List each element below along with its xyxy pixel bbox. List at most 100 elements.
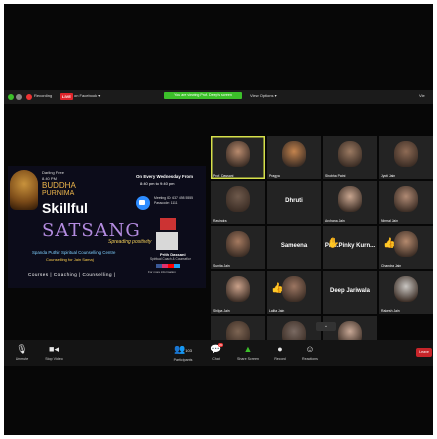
participant-video xyxy=(226,141,250,167)
participant-tile[interactable]: Shobha Patni xyxy=(323,136,377,179)
recording-label[interactable]: Recording xyxy=(34,93,52,98)
view-button[interactable]: Vie xyxy=(419,93,425,98)
participant-display-name: Sameena xyxy=(280,243,308,249)
share-org: Spanda Puthir Spiritual Counselling Cent… xyxy=(32,250,116,255)
participant-tile[interactable]: Archana Jain xyxy=(323,181,377,224)
live-destination[interactable]: on Facebook ▾ xyxy=(74,93,100,98)
record-icon: ● xyxy=(277,344,283,354)
participant-video xyxy=(394,276,418,302)
share-schedule-time: 8:40 pm to 9:40 pm xyxy=(140,181,175,186)
share-meeting-id: Meeting ID: 637 498 5555 xyxy=(154,196,194,200)
participant-video xyxy=(394,186,418,212)
participant-tile[interactable]: Rakesh Jain xyxy=(379,271,433,314)
participants-label: Participants xyxy=(173,358,193,362)
record-label: Record xyxy=(274,357,286,361)
meeting-top-bar: Recording LIVE on Facebook ▾ You are vie… xyxy=(4,90,433,104)
record-button[interactable]: ● Record xyxy=(264,344,296,361)
participant-tile[interactable]: 👍 Lalita Jain xyxy=(267,271,321,314)
info-icon[interactable] xyxy=(16,94,22,100)
participant-tile[interactable]: Nirmal Jain xyxy=(379,181,433,224)
participant-video xyxy=(394,141,418,167)
share-screen-button[interactable]: ▲ Share Screen xyxy=(232,344,264,361)
participant-tile[interactable]: Pragya xyxy=(267,136,321,179)
participant-tile[interactable]: Shilpa Jain xyxy=(211,271,265,314)
zoom-logo-icon xyxy=(136,196,150,210)
reaction-icon: 👍 xyxy=(271,283,284,294)
participant-tile[interactable]: Deep Jariwala xyxy=(323,271,377,314)
video-camera-icon: ■◂ xyxy=(49,344,59,354)
share-counselling: Counselling for Jain Samaj xyxy=(46,257,94,262)
participant-name: Prof. Dassani xyxy=(213,174,234,178)
live-badge[interactable]: LIVE xyxy=(60,93,73,100)
participant-video xyxy=(394,231,418,257)
participant-name: Shilpa Jain xyxy=(213,309,230,313)
share-tagline: Courses | Coaching | Counselling | xyxy=(28,272,116,277)
chat-button[interactable]: 💬 20 Chat xyxy=(200,343,232,361)
share-passcode: Passcode: 1111 xyxy=(154,201,178,205)
meeting-controls-bar: 🎙 Unmute ■◂ Stop Video 👥103 Participants… xyxy=(4,340,433,366)
host-photo xyxy=(156,232,178,250)
participant-display-name: Dhruti xyxy=(285,198,303,204)
zoom-window: Recording LIVE on Facebook ▾ You are vie… xyxy=(4,4,433,435)
participant-tile[interactable]: Dhruti xyxy=(267,181,321,224)
participant-name: Pragya xyxy=(269,174,280,178)
share-title-purnima: PURNIMA xyxy=(42,190,75,197)
participant-name: Sunita Jain xyxy=(213,264,230,268)
participant-tile[interactable]: 👍 Chandra Jain xyxy=(379,226,433,269)
reactions-button[interactable]: ☺ Reactions xyxy=(294,344,326,361)
participant-tile[interactable]: Prof.Pinky Kurn... ✋ xyxy=(323,226,377,269)
participant-video xyxy=(338,186,362,212)
stop-video-label: Stop Video xyxy=(45,357,63,361)
viewing-screen-banner: You are viewing Prof. Deep's screen xyxy=(164,92,242,99)
buddha-image xyxy=(10,170,38,210)
participant-name: Lalita Jain xyxy=(269,309,285,313)
participant-tile[interactable]: Ravindra xyxy=(211,181,265,224)
chevron-down-icon[interactable]: ⌄ xyxy=(316,322,336,331)
participant-display-name: Deep Jariwala xyxy=(329,288,371,294)
participants-count: 103 xyxy=(185,348,192,353)
participant-name: Jyoti Jain xyxy=(381,174,396,178)
qr-code-image xyxy=(160,218,176,230)
share-more-info: For more information xyxy=(148,270,176,274)
participant-video xyxy=(226,186,250,212)
participant-video xyxy=(338,141,362,167)
shared-screen: Darling Free 8.40 PM BUDDHA PURNIMA Skil… xyxy=(8,166,206,288)
participant-video xyxy=(282,276,306,302)
leave-button[interactable]: Leave xyxy=(416,348,432,357)
share-schedule-day: On Every Wednesday From xyxy=(136,174,194,179)
participant-video xyxy=(282,141,306,167)
chat-icon: 💬 xyxy=(210,344,222,354)
participant-tile[interactable]: Sameena xyxy=(267,226,321,269)
share-title-skillful: Skillful xyxy=(42,200,88,216)
participant-name: Archana Jain xyxy=(325,219,345,223)
participant-name: Nirmal Jain xyxy=(381,219,398,223)
participant-tile[interactable]: Jyoti Jain xyxy=(379,136,433,179)
security-shield-icon[interactable] xyxy=(8,94,14,100)
reactions-label: Reactions xyxy=(302,357,318,361)
share-date-line: Darling Free xyxy=(42,170,65,175)
participant-name: Chandra Jain xyxy=(381,264,402,268)
reaction-icon: 👍 xyxy=(383,238,396,249)
participant-name: Ravindra xyxy=(213,219,227,223)
social-icons xyxy=(156,264,180,268)
unmute-label: Unmute xyxy=(15,357,29,361)
share-title-buddha: BUDDHA xyxy=(42,181,76,190)
stop-video-button[interactable]: ■◂ Stop Video xyxy=(38,344,70,361)
participant-tile[interactable]: Prof. Dassani xyxy=(211,136,265,179)
participant-name: Rakesh Jain xyxy=(381,309,400,313)
gallery-grid: Prof. Dassani Pragya Shobha Patni Jyoti Jai… xyxy=(211,136,433,359)
participants-button[interactable]: 👥103 Participants xyxy=(167,344,199,362)
unmute-button[interactable]: 🎙 Unmute xyxy=(6,344,38,361)
share-tagline-spreading: Spreading positivity xyxy=(108,239,152,245)
participant-video xyxy=(226,276,250,302)
chat-label: Chat xyxy=(212,357,220,361)
reactions-icon: ☺ xyxy=(305,344,315,354)
participant-name: Shobha Patni xyxy=(325,174,346,178)
recording-dot-icon xyxy=(26,94,32,100)
participant-tile[interactable]: Sunita Jain xyxy=(211,226,265,269)
microphone-muted-icon: 🎙 xyxy=(16,344,28,354)
participant-video xyxy=(226,231,250,257)
reaction-icon: ✋ xyxy=(327,238,340,249)
share-title-satsang: SATSANG xyxy=(42,220,141,241)
view-options-button[interactable]: View Options ▾ xyxy=(250,93,277,98)
